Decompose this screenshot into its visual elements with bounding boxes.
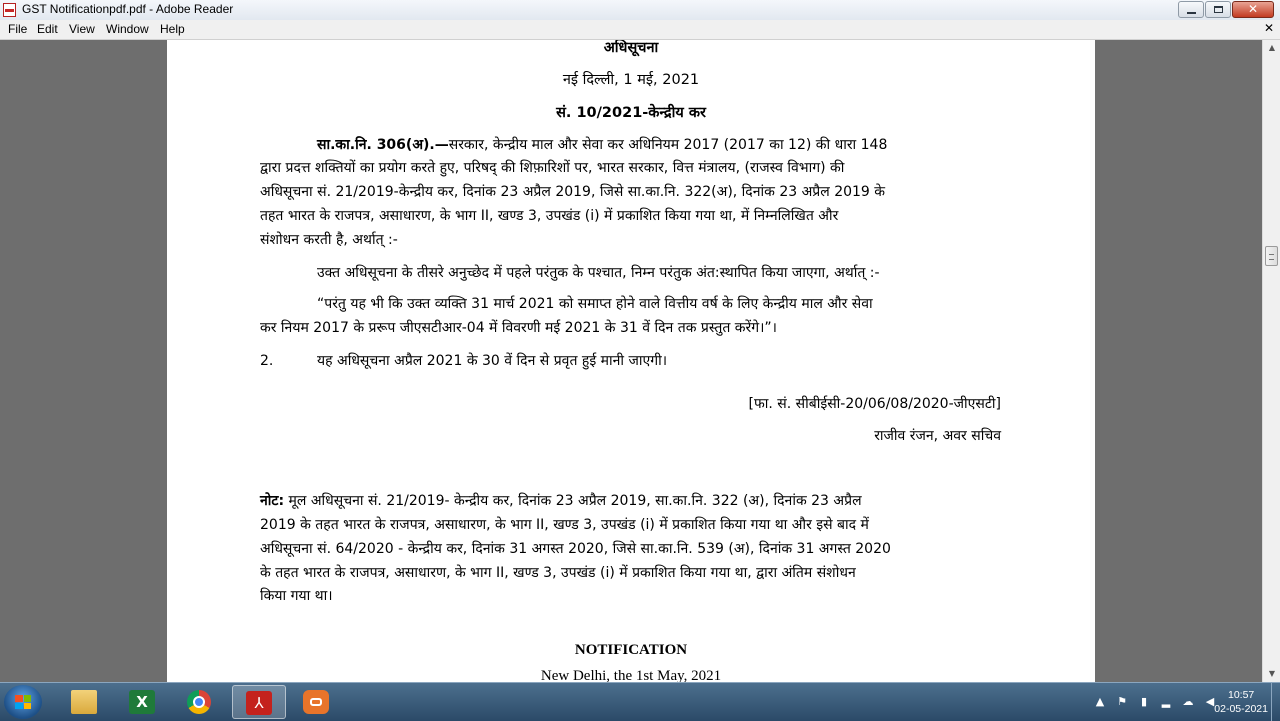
system-tray: ▲ ⚑ ▮ ▂ ☁ ◀ [1094,695,1216,708]
english-place-date: New Delhi, the 1st May, 2021 [540,668,722,682]
clock-date: 02-05-2021 [1214,703,1268,715]
taskbar-excel[interactable]: X [116,685,170,719]
close-button[interactable]: ✕ [1232,1,1274,18]
para1-line-5: संशोधन करती है, अर्थात् :- [260,232,398,248]
scroll-up-arrow-icon[interactable]: ▲ [1263,40,1280,56]
maximize-icon [1214,6,1223,13]
note-line-3: अधिसूचना सं. 64/2020 - केन्द्रीय कर, दिन… [260,541,891,557]
scrollbar-thumb[interactable] [1265,246,1278,266]
title-bar: GST Notificationpdf.pdf - Adobe Reader ✕ [0,0,1280,21]
item-2-number: 2. [260,353,274,369]
taskbar-adobe-reader[interactable]: ⅄ [232,685,286,719]
para1-line-4: तहत भारत के राजपत्र, असाधारण, के भाग II,… [260,208,839,224]
note-line-4: के तहत भारत के राजपत्र, असाधारण, के भाग … [260,565,856,581]
taskbar-chrome[interactable] [174,685,228,719]
taskbar: X ⅄ ▲ ⚑ ▮ ▂ ☁ ◀ 10:57 02-05-2021 [0,682,1280,721]
acrobat-icon: ⅄ [246,691,272,715]
hindi-place-date: नई दिल्ली, 1 मई, 2021 [562,72,700,88]
menu-window[interactable]: Window [106,22,149,36]
taskbar-screen-recorder[interactable] [290,685,344,719]
minimize-button[interactable] [1178,1,1204,18]
pdf-page: अधिसूचना नई दिल्ली, 1 मई, 2021 सं. 10/20… [167,40,1095,682]
para1-line-1-text: सरकार, केन्द्रीय माल और सेवा कर अधिनियम … [448,137,888,153]
proviso-line-2: कर नियम 2017 के प्ररूप जीएसटीआर-04 में व… [260,320,777,336]
window-title: GST Notificationpdf.pdf - Adobe Reader [22,2,234,16]
hindi-heading: अधिसूचना [603,40,659,56]
proviso-line-1: “परंतु यह भी कि उक्त व्यक्ति 31 मार्च 20… [317,296,873,312]
maximize-button[interactable] [1205,1,1231,18]
taskbar-explorer[interactable] [58,685,112,719]
note-line-1: नोट: मूल अधिसूचना सं. 21/2019- केन्द्रीय… [260,490,862,512]
window-controls: ✕ [1177,1,1274,18]
cloud-sync-icon[interactable]: ☁ [1182,695,1194,708]
close-document-icon[interactable]: ✕ [1264,21,1274,35]
hindi-notification-number: सं. 10/2021-केन्द्रीय कर [556,105,706,121]
vertical-scrollbar[interactable]: ▲ ▼ [1262,40,1280,682]
windows-logo-icon [15,695,31,709]
para1-line-3: अधिसूचना सं. 21/2019-केन्द्रीय कर, दिनां… [260,184,886,200]
clock[interactable]: 10:57 02-05-2021 [1214,688,1268,716]
para1-line-2: द्वारा प्रदत्त शक्तियों का प्रयोग करते ह… [260,160,845,176]
item-2-text: यह अधिसूचना अप्रैल 2021 के 30 वें दिन से… [317,353,668,369]
battery-icon[interactable]: ▮ [1138,695,1150,708]
menu-file[interactable]: File [8,22,27,36]
para2: उक्त अधिसूचना के तीसरे अनुच्छेद में पहले… [317,265,880,281]
note-line-5: किया गया था। [260,588,333,604]
chrome-icon [187,690,211,714]
screen-recorder-icon [303,690,329,714]
minimize-icon [1187,12,1196,14]
gsr-number: सा.का.नि. 306(अ).— [317,137,449,153]
menu-edit[interactable]: Edit [37,22,58,36]
scroll-down-arrow-icon[interactable]: ▼ [1263,666,1280,682]
show-desktop-button[interactable] [1271,683,1280,721]
note-line-2: 2019 के तहत भारत के राजपत्र, असाधारण, के… [260,517,869,533]
menu-help[interactable]: Help [160,22,185,36]
excel-icon: X [129,690,155,714]
menu-bar: File Edit View Window Help ✕ [0,20,1280,40]
start-button[interactable] [4,685,42,719]
pdf-app-icon [3,3,16,17]
english-heading: NOTIFICATION [574,642,688,658]
close-icon: ✕ [1247,2,1259,16]
file-number: [फा. सं. सीबीईसी-20/06/08/2020-जीएसटी] [748,396,1001,412]
network-signal-icon[interactable]: ▂ [1160,695,1172,708]
document-viewer[interactable]: अधिसूचना नई दिल्ली, 1 मई, 2021 सं. 10/20… [0,40,1262,682]
menu-view[interactable]: View [69,22,95,36]
action-center-flag-icon[interactable]: ⚑ [1116,695,1128,708]
signatory: राजीव रंजन, अवर सचिव [874,428,1001,444]
note-line-1-text: मूल अधिसूचना सं. 21/2019- केन्द्रीय कर, … [284,493,862,509]
folder-icon [71,690,97,714]
clock-time: 10:57 [1228,689,1255,701]
note-label: नोट: [260,493,285,509]
show-hidden-icons-icon[interactable]: ▲ [1094,695,1106,708]
para1-line-1: सा.का.नि. 306(अ).—सरकार, केन्द्रीय माल औ… [317,134,887,156]
